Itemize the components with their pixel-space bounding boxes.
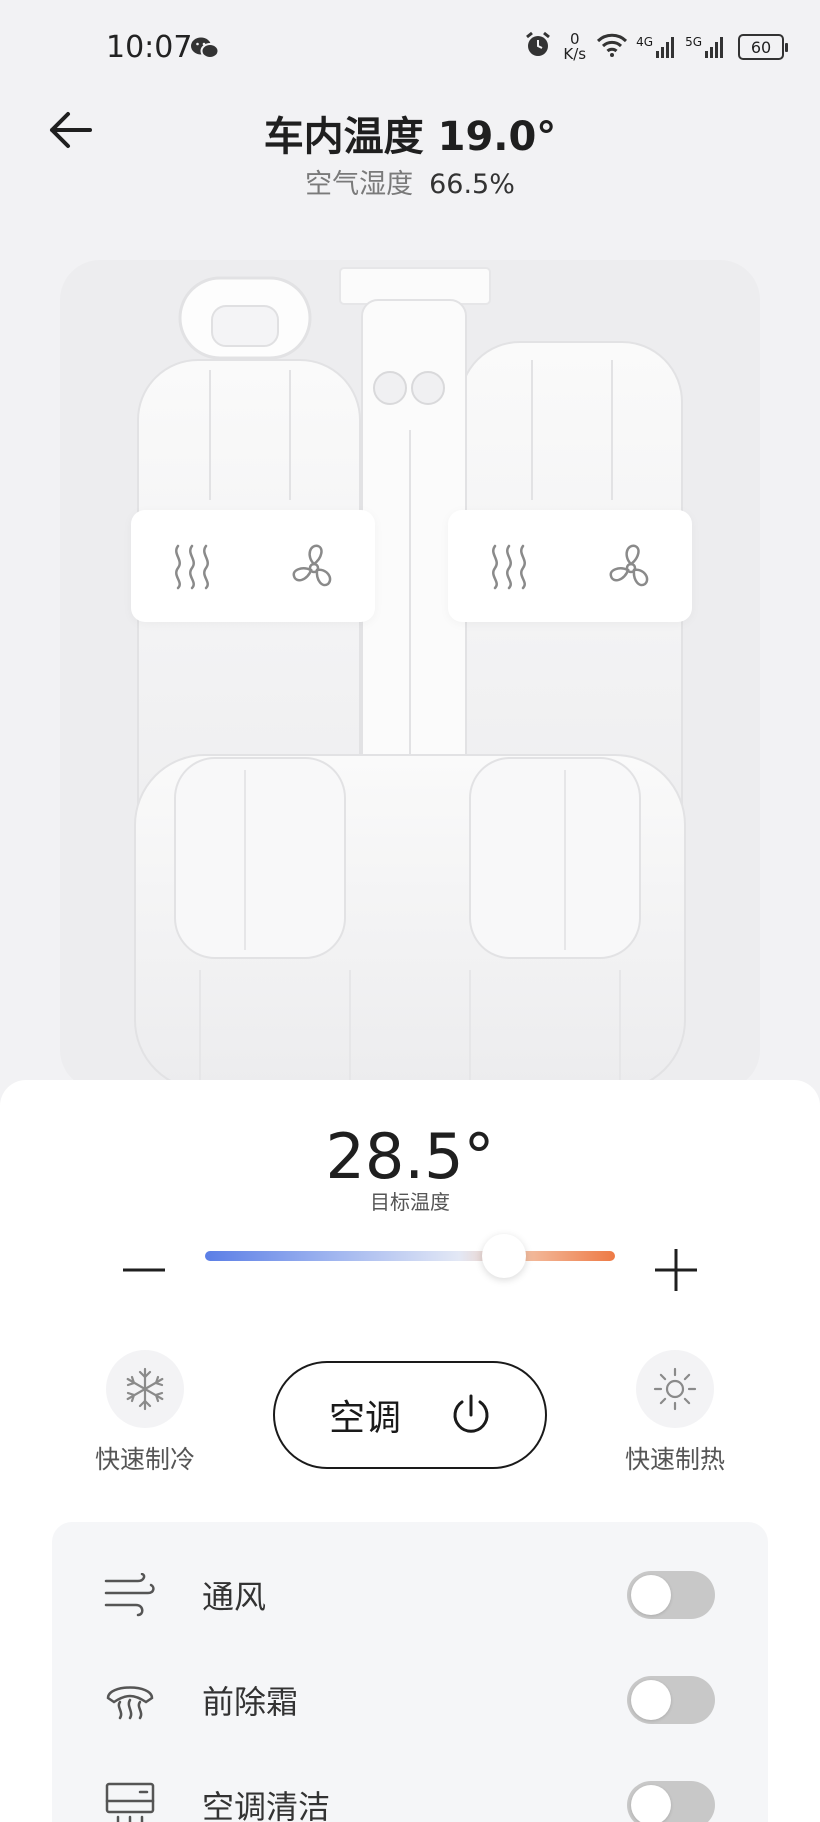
option-label: 前除霜 <box>202 1682 299 1721</box>
signal-icon-4g: 4G <box>636 35 677 59</box>
option-row-ventilation: 通风 <box>52 1542 768 1647</box>
driver-seat-controls <box>131 510 375 622</box>
humidity-value: 66.5% <box>429 169 515 200</box>
driver-seat-vent-button[interactable] <box>274 526 354 606</box>
target-temperature-label: 目标温度 <box>370 1190 450 1214</box>
status-bar: 10:07 0 K/s 4G 5G 60 <box>0 0 820 100</box>
toggle-knob <box>631 1574 671 1615</box>
climate-control-sheet: 28.5° 目标温度 快速制冷 空调 快速制热 通风 前除霜 空调清洁 <box>0 1080 820 1822</box>
ac-power-label: 空调 <box>329 1398 402 1439</box>
increase-temp-button[interactable] <box>648 1242 704 1298</box>
temperature-slider-thumb[interactable] <box>482 1234 527 1278</box>
fan-icon <box>609 544 649 587</box>
wechat-icon <box>190 36 220 66</box>
minus-icon <box>123 1268 165 1272</box>
alarm-icon <box>523 30 553 64</box>
quick-cool-icon-wrap <box>106 1350 184 1428</box>
fan-icon <box>292 544 332 587</box>
ventilation-toggle[interactable] <box>627 1570 715 1619</box>
quick-heat-icon-wrap <box>636 1350 714 1428</box>
signal-icon-5g: 5G <box>685 35 726 59</box>
ac-clean-toggle[interactable] <box>627 1780 715 1822</box>
temperature-slider-track[interactable] <box>205 1251 615 1261</box>
climate-options-list: 通风 前除霜 空调清洁 <box>52 1522 768 1822</box>
option-row-ac-clean: 空调清洁 <box>52 1752 768 1822</box>
status-time: 10:07 <box>106 30 193 65</box>
option-row-front-defrost: 前除霜 <box>52 1647 768 1752</box>
wind-icon <box>102 1567 158 1623</box>
passenger-seat-heat-button[interactable] <box>469 526 549 606</box>
humidity-row: 空气湿度 66.5% <box>0 162 820 201</box>
quick-cool-label: 快速制冷 <box>94 1445 195 1474</box>
quick-heat-button[interactable]: 快速制热 <box>605 1350 745 1476</box>
sun-icon <box>653 1367 697 1411</box>
plus-icon <box>655 1249 697 1291</box>
ac-power-button[interactable]: 空调 <box>273 1361 547 1469</box>
car-interior-illustration <box>60 260 760 1090</box>
front-defrost-toggle[interactable] <box>627 1675 715 1724</box>
wifi-icon <box>596 32 628 62</box>
snowflake-icon <box>126 1367 164 1411</box>
quick-heat-label: 快速制热 <box>624 1445 725 1474</box>
net-speed: 0 K/s <box>563 32 586 62</box>
status-icons: 0 K/s 4G 5G 60 <box>523 30 788 64</box>
quick-cool-button[interactable]: 快速制冷 <box>75 1350 215 1476</box>
option-label: 空调清洁 <box>202 1787 331 1822</box>
target-temperature: 28.5° <box>325 1120 495 1193</box>
seat-heat-icon <box>492 544 526 590</box>
driver-seat-heat-button[interactable] <box>152 526 232 606</box>
net-speed-unit: K/s <box>563 45 587 63</box>
option-label: 通风 <box>202 1577 267 1616</box>
network-type-2: 5G <box>685 35 702 49</box>
defrost-icon <box>102 1672 158 1728</box>
page-title: 车内温度 19.0° <box>263 114 557 160</box>
passenger-seat-controls <box>448 510 692 622</box>
battery-level: 60 <box>750 37 772 57</box>
car-interior-view <box>0 210 820 1090</box>
battery-indicator: 60 <box>738 34 788 60</box>
network-type-1: 4G <box>636 35 654 49</box>
passenger-seat-vent-button[interactable] <box>591 526 671 606</box>
humidity-label: 空气湿度 <box>305 169 414 200</box>
toggle-knob <box>631 1679 671 1720</box>
ac-clean-icon <box>102 1777 158 1822</box>
decrease-temp-button[interactable] <box>116 1242 172 1298</box>
toggle-knob <box>631 1784 671 1822</box>
seat-heat-icon <box>175 544 209 590</box>
power-icon <box>453 1394 489 1433</box>
